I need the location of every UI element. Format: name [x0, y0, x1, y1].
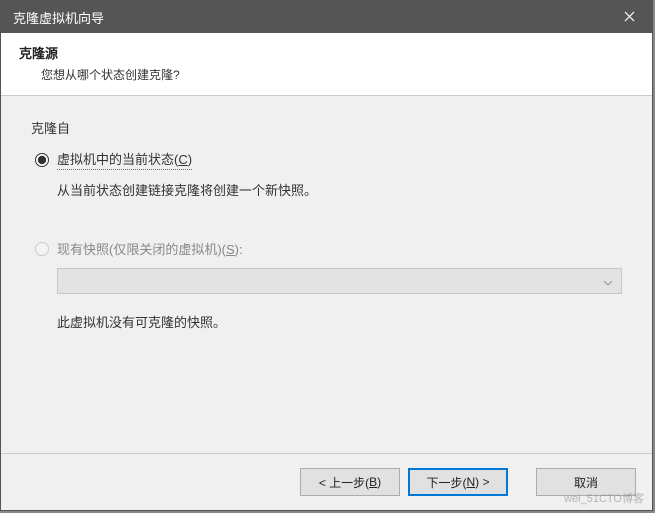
- section-label: 克隆自: [31, 118, 622, 137]
- page-title: 克隆源: [19, 43, 634, 62]
- wizard-header: 克隆源 您想从哪个状态创建克隆?: [1, 33, 652, 96]
- titlebar: 克隆虚拟机向导: [1, 1, 652, 33]
- window-title: 克隆虚拟机向导: [13, 8, 104, 27]
- page-subtitle: 您想从哪个状态创建克隆?: [41, 66, 634, 83]
- snapshot-dropdown: [57, 268, 622, 294]
- wizard-content: 克隆自 虚拟机中的当前状态(C) 从当前状态创建链接克隆将创建一个新快照。 现有…: [1, 96, 652, 453]
- radio-existing-snapshot: 现有快照(仅限关闭的虚拟机)(S):: [35, 239, 622, 258]
- chevron-down-icon: [603, 274, 613, 289]
- radio-current-state[interactable]: 虚拟机中的当前状态(C): [35, 149, 622, 170]
- close-icon: [624, 10, 635, 25]
- radio-existing-snapshot-label: 现有快照(仅限关闭的虚拟机)(S):: [57, 239, 243, 258]
- wizard-footer: < 上一步(B) 下一步(N) > 取消: [1, 453, 652, 510]
- next-button[interactable]: 下一步(N) >: [408, 468, 508, 496]
- radio-current-state-input[interactable]: [35, 153, 49, 167]
- radio-current-state-label: 虚拟机中的当前状态(C): [57, 149, 192, 170]
- cancel-button[interactable]: 取消: [536, 468, 636, 496]
- radio-current-state-hint: 从当前状态创建链接克隆将创建一个新快照。: [57, 180, 622, 199]
- wizard-window: 克隆虚拟机向导 克隆源 您想从哪个状态创建克隆? 克隆自 虚拟机中的当前状态(C…: [0, 0, 653, 511]
- close-button[interactable]: [607, 1, 652, 33]
- no-snapshot-message: 此虚拟机没有可克隆的快照。: [57, 312, 622, 331]
- back-button[interactable]: < 上一步(B): [300, 468, 400, 496]
- radio-existing-snapshot-input: [35, 242, 49, 256]
- radio-group-clone-from: 虚拟机中的当前状态(C) 从当前状态创建链接克隆将创建一个新快照。 现有快照(仅…: [35, 149, 622, 331]
